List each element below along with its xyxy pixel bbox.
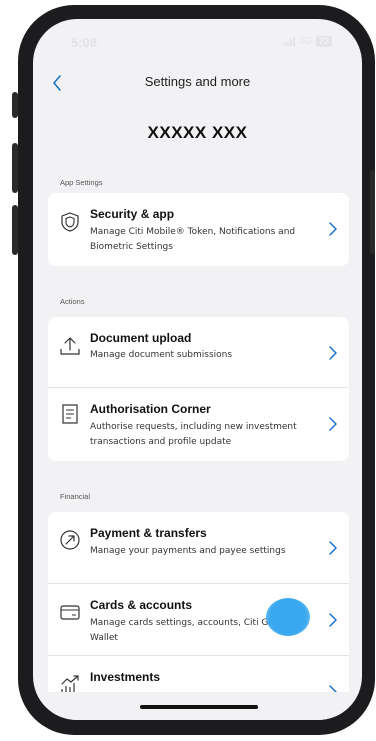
signal-icon xyxy=(283,37,295,46)
transfer-icon xyxy=(60,530,80,550)
user-name: XXXXX XXX xyxy=(147,123,248,142)
row-description: Manage Citi Mobile® Token, Notifications… xyxy=(90,227,296,252)
shield-icon xyxy=(61,212,79,232)
network-label: 4G xyxy=(298,36,312,47)
row-title: Cards & accounts xyxy=(90,598,193,612)
phone-screen: 5:08 4G 72 Settings and more XXXXX XXX A… xyxy=(33,19,362,720)
battery-icon: 72 xyxy=(315,36,332,47)
row-title: Authorisation Corner xyxy=(90,402,211,416)
chevron-right-icon xyxy=(329,541,337,555)
row-security-app[interactable]: Security & app Manage Citi Mobile® Token… xyxy=(48,193,349,266)
card-icon xyxy=(60,605,80,620)
section-label-actions: Actions xyxy=(60,297,85,306)
row-title: Investments xyxy=(90,670,161,684)
row-document-upload[interactable]: Document upload Manage document submissi… xyxy=(48,317,349,388)
chevron-right-icon xyxy=(329,346,337,360)
section-label-financial: Financial xyxy=(60,492,91,501)
page-title: Settings and more xyxy=(144,74,251,89)
chevron-right-icon xyxy=(329,222,337,236)
touch-indicator xyxy=(266,598,310,636)
home-indicator-area xyxy=(33,692,362,720)
row-title: Security & app xyxy=(90,207,175,221)
row-description: Authorise requests, including new invest… xyxy=(90,422,297,447)
card-app-settings: Security & app Manage Citi Mobile® Token… xyxy=(48,193,349,266)
status-bar: 5:08 4G 72 xyxy=(33,19,362,67)
upload-icon xyxy=(60,337,80,355)
nav-bar: Settings and more xyxy=(33,69,362,99)
row-description: Manage your payments and payee settings xyxy=(90,546,286,556)
chevron-right-icon xyxy=(329,613,337,627)
section-label-app-settings: App Settings xyxy=(60,178,103,187)
chevron-right-icon xyxy=(329,417,337,431)
row-title: Payment & transfers xyxy=(90,526,207,540)
card-actions: Document upload Manage document submissi… xyxy=(48,317,349,461)
row-title: Document upload xyxy=(90,331,192,345)
status-time: 5:08 xyxy=(71,35,98,50)
document-icon xyxy=(62,404,78,424)
row-authorisation-corner[interactable]: Authorisation Corner Authorise requests,… xyxy=(48,388,349,461)
power-button xyxy=(370,170,375,254)
status-indicators: 4G 72 xyxy=(283,36,332,47)
row-description: Manage document submissions xyxy=(90,350,233,360)
row-payment-transfers[interactable]: Payment & transfers Manage your payments… xyxy=(48,512,349,584)
home-indicator[interactable] xyxy=(140,705,258,709)
